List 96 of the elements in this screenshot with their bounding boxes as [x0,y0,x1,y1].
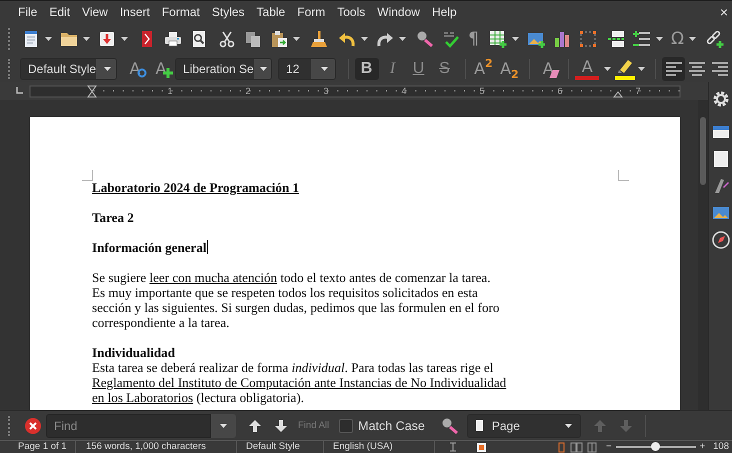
formatting-marks-button[interactable]: ¶ [468,28,479,48]
caret-icon[interactable] [220,424,227,428]
close-button[interactable]: × [720,4,728,20]
paragraph: Esta tarea se deberá realizar de forma individual. Para todas las tareas rige el Reglamento del Instituto de Computación ante Instancias de No Individualidad en los Laboratorios (lectura obligatoria). [92,360,506,405]
document-title: Laboratorio 2024 de Programación 1 [92,180,300,195]
link-icon[interactable] [706,30,724,48]
paragraph-style-box[interactable]: Default Style [20,58,118,80]
find-field[interactable]: Find [46,414,211,438]
properties-icon[interactable] [712,123,730,141]
heading: Tarea 2 [92,210,134,225]
caret-icon[interactable] [361,36,368,40]
caret-icon[interactable] [656,36,663,40]
special-character-button[interactable]: Ω [670,28,684,48]
scrollbar-thumb[interactable] [700,117,706,185]
paintbrush-icon[interactable] [310,30,328,48]
caret-icon[interactable] [121,36,128,40]
slider-thumb[interactable] [651,442,660,451]
text-cursor-icon [449,442,457,452]
highlighter-icon[interactable] [616,57,634,75]
printer-icon[interactable] [164,30,182,48]
caret-icon[interactable] [104,66,112,70]
caret-icon[interactable] [564,424,572,428]
menu-item[interactable]: File [12,2,44,20]
language[interactable]: English (USA) [324,441,434,453]
field-icon[interactable] [632,30,651,48]
link[interactable]: leer con mucha atención [149,270,278,285]
menu-item[interactable]: Help [426,2,463,20]
text-box-icon[interactable] [578,30,597,48]
caret-icon[interactable] [45,36,52,40]
signature-icon [477,442,486,452]
indent-marker-icon[interactable] [87,86,97,98]
font-size-box[interactable]: 12 [278,58,336,80]
heading: Individualidad [92,345,175,360]
match-case-label[interactable]: Match Case [358,418,425,432]
caret-icon[interactable] [83,36,90,40]
menu-item[interactable]: Window [371,2,426,20]
menu-item[interactable]: View [76,2,114,20]
page-count: Page 1 of 1 [17,441,68,453]
scissors-icon[interactable] [218,30,236,48]
menu-item[interactable]: Table [250,2,292,20]
ruler-number: 1 [168,86,172,96]
table-icon[interactable] [488,30,507,48]
caret-icon[interactable] [604,66,612,70]
match-case-checkbox[interactable] [339,418,354,432]
menu-item[interactable]: Format [156,2,206,20]
spellcheck-icon[interactable] [442,30,460,48]
ruler-number: 4 [402,86,406,96]
page-style: Default Style [245,441,301,453]
gear-icon[interactable] [712,90,730,108]
search-by-dropdown[interactable]: Page [466,414,581,438]
page-break-icon[interactable] [606,30,625,48]
link[interactable]: Reglamento del Instituto de Computación ante Instancias de No Individualidad [92,375,506,390]
margin-marker-icon[interactable] [612,91,624,98]
copy-icon[interactable] [244,30,262,48]
zoom-level: 108 [713,441,729,453]
caret-icon[interactable] [320,66,328,70]
caret-icon[interactable] [512,36,519,40]
tab-stop-icon[interactable] [16,87,23,94]
bold-button[interactable]: B [354,58,378,80]
caret-icon[interactable] [260,66,268,70]
font-name-box[interactable]: Liberation Se [175,58,272,80]
ruler-number: 6 [558,86,562,96]
ruler-number: 7 [636,86,640,96]
menu-item[interactable]: Styles [206,2,251,20]
zoom-out-button[interactable]: − [606,441,612,453]
document-icon[interactable] [22,30,40,48]
history-dropdown-button[interactable] [211,414,236,438]
clipboard-icon[interactable] [270,30,288,48]
caret-icon[interactable] [688,36,696,40]
heading: Información general [92,240,208,255]
ruler-number: 5 [480,86,484,96]
ruler-number: 3 [324,86,328,96]
menu-item[interactable]: Insert [114,2,156,20]
arrow-down-icon[interactable] [274,418,288,432]
word-count: 156 words, 1,000 characters [85,441,207,453]
bar-chart-icon[interactable] [552,30,571,48]
menu-item[interactable]: Edit [43,2,76,20]
link[interactable]: en los Laboratorios [92,390,194,405]
caret-icon[interactable] [293,36,300,40]
arrow-up-icon[interactable] [248,418,262,432]
save-icon[interactable] [98,30,116,48]
marker-pen-icon[interactable] [440,416,459,434]
scrollbar[interactable] [698,100,708,410]
compass-icon[interactable] [712,231,730,249]
gallery-icon[interactable] [712,204,730,222]
menu-item[interactable]: Form [291,2,332,20]
caret-icon[interactable] [399,36,406,40]
font-color-button[interactable]: A [575,58,600,80]
caret-icon[interactable] [638,66,646,70]
marker-pen-icon[interactable] [416,30,434,48]
zoom-in-button[interactable]: + [700,441,706,453]
paragraph: Se sugiere leer con mucha atención todo el texto antes de comenzar la tarea. Es muy importante que se respeten todos los requisitos solicitados en esta sección y las siguientes. Si surgen dudas, pedimos que las formulen en el foro correspondiente a la tarea. [92,270,500,330]
close-icon[interactable] [24,416,42,434]
ruler-number: 2 [246,86,250,96]
menu-item[interactable]: Tools [331,2,372,20]
page-icon[interactable] [712,150,730,168]
